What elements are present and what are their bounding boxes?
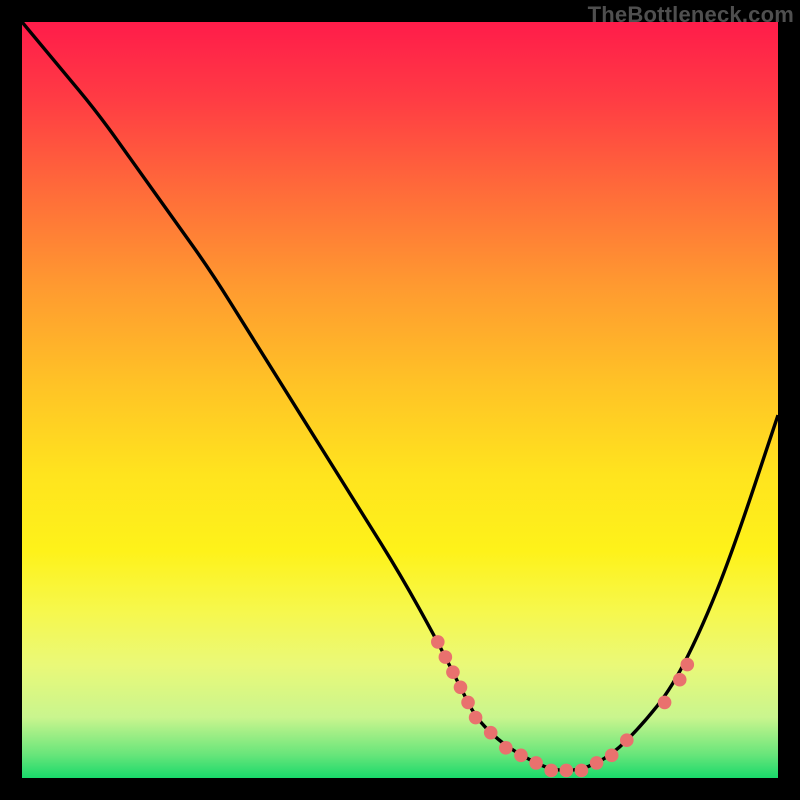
chart-frame [22,22,778,778]
highlight-dot [673,673,687,687]
highlight-dots [431,635,694,777]
highlight-dot [514,749,528,763]
highlight-dot [620,733,634,747]
highlight-dot [469,711,483,725]
highlight-dot [560,764,574,778]
highlight-dot [605,749,619,763]
highlight-dot [431,635,445,649]
highlight-dot [499,741,513,755]
highlight-dot [454,680,468,694]
highlight-dot [439,650,453,664]
highlight-dot [590,756,604,770]
curve-layer [22,22,778,778]
highlight-dot [446,665,460,679]
highlight-dot [529,756,543,770]
highlight-dot [658,696,672,710]
highlight-dot [544,764,558,778]
highlight-dot [461,696,475,710]
highlight-dot [484,726,498,740]
watermark-text: TheBottleneck.com [588,2,794,28]
bottleneck-curve [22,22,778,770]
highlight-dot [575,764,589,778]
highlight-dot [680,658,694,672]
